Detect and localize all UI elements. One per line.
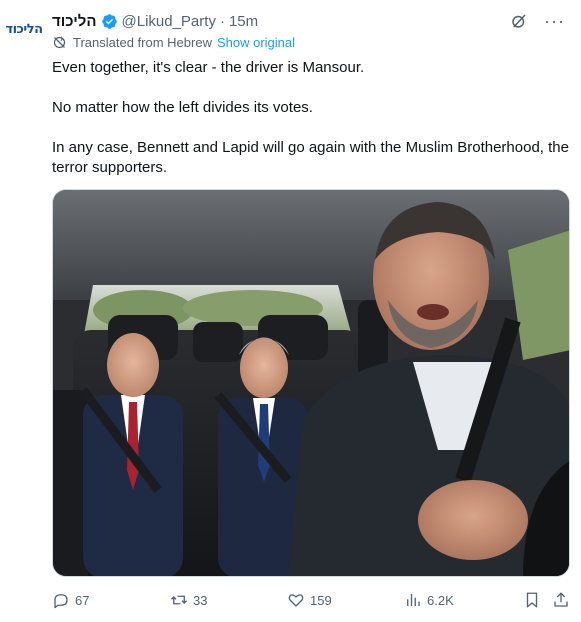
- views-chart-icon: [407, 594, 420, 606]
- repost-button[interactable]: 33: [170, 591, 207, 609]
- views-count: 6.2K: [427, 592, 454, 608]
- tweet-action-bar: 67 33 159 6.2K: [52, 588, 574, 612]
- reply-icon: [54, 594, 68, 609]
- translate-icon: [53, 36, 66, 49]
- translated-from-label: Translated from Hebrew: [73, 35, 212, 50]
- grok-icon[interactable]: [510, 12, 528, 30]
- bookmark-button[interactable]: [523, 591, 546, 609]
- tweet-paragraph: No matter how the left divides its votes…: [52, 99, 313, 116]
- repost-icon: [171, 595, 187, 605]
- tweet-body: Even together, it's clear - the driver i…: [52, 58, 572, 178]
- like-button[interactable]: 159: [287, 591, 332, 609]
- translation-notice: Translated from Hebrew Show original: [52, 35, 295, 50]
- reply-count: 67: [75, 592, 90, 608]
- author-display-name[interactable]: הליכוד: [52, 13, 97, 30]
- likud-logo: הליכוד: [5, 21, 43, 37]
- more-icon[interactable]: ···: [544, 12, 565, 30]
- tweet-timestamp[interactable]: 15m: [229, 13, 258, 30]
- share-button[interactable]: [552, 591, 575, 609]
- show-original-link[interactable]: Show original: [217, 35, 295, 50]
- repost-count: 33: [193, 592, 208, 608]
- like-count: 159: [310, 592, 332, 608]
- tweet-paragraph: In any case, Bennett and Lapid will go a…: [52, 139, 569, 176]
- bookmark-icon: [526, 592, 538, 608]
- verified-badge-icon: [101, 13, 117, 29]
- views-button[interactable]: 6.2K: [404, 591, 454, 609]
- tweet-header: הליכוד @Likud_Party · 15m ···: [52, 10, 571, 32]
- separator-dot: ·: [219, 12, 225, 30]
- header-actions: ···: [510, 10, 565, 32]
- tweet-paragraph: Even together, it's clear - the driver i…: [52, 59, 365, 76]
- share-icon: [554, 592, 568, 607]
- photo-car-interior: [53, 190, 569, 576]
- author-handle[interactable]: @Likud_Party: [122, 13, 216, 30]
- reply-button[interactable]: 67: [52, 591, 89, 609]
- tweet-media-photo[interactable]: [52, 189, 570, 577]
- heart-icon: [288, 594, 304, 607]
- avatar[interactable]: הליכוד: [5, 18, 43, 40]
